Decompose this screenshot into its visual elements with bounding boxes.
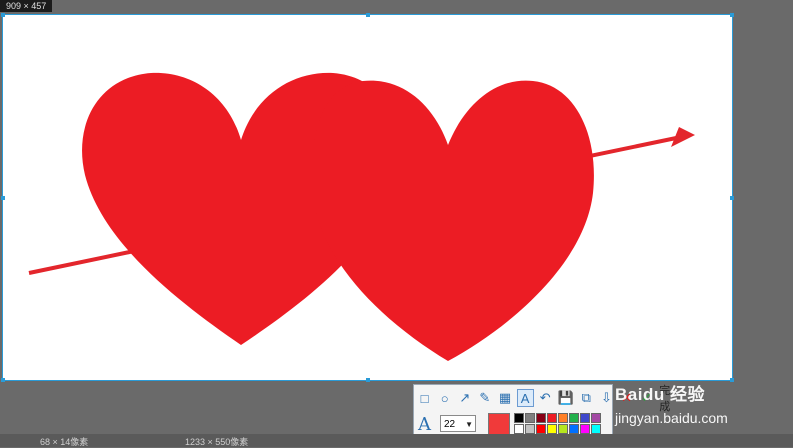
annotation-toolbar: □ ○ ↗ ✎ ▦ A ↶ 💾 ⧉ ⇩ ✕ ✓ 完成 A 22 ▼ [413,384,670,440]
capture-canvas[interactable] [1,13,734,382]
watermark-url: jingyan.baidu.com [615,410,728,426]
color-palette [514,413,601,434]
color-swatch[interactable] [558,413,568,423]
font-size-select[interactable]: 22 ▼ [440,415,476,432]
selection-size-badge: 909 × 457 [0,0,53,12]
color-swatch[interactable] [569,413,579,423]
color-swatch[interactable] [591,424,601,434]
undo-icon[interactable]: ↶ [537,389,554,407]
color-swatch[interactable] [525,424,535,434]
color-swatch[interactable] [547,413,557,423]
color-swatch[interactable] [580,413,590,423]
color-swatch[interactable] [514,413,524,423]
text-icon[interactable]: A [516,389,534,407]
font-size-value: 22 [444,419,456,430]
status-selection-size: 68 × 14像素 [40,437,89,447]
color-swatch[interactable] [580,424,590,434]
color-swatch[interactable] [525,413,535,423]
chevron-down-icon: ▼ [465,420,473,429]
copy-icon[interactable]: ⧉ [578,389,595,407]
color-swatch[interactable] [547,424,557,434]
status-bar: 68 × 14像素 1233 × 550像素 [0,434,793,447]
arrow-icon[interactable]: ↗ [456,389,473,407]
heart-right [311,80,594,361]
mosaic-icon[interactable]: ▦ [496,389,513,407]
drawing-artwork [28,72,695,361]
color-swatch[interactable] [536,413,546,423]
ellipse-icon[interactable]: ○ [436,389,453,407]
color-swatch[interactable] [558,424,568,434]
color-swatch[interactable] [591,413,601,423]
color-swatch[interactable] [536,424,546,434]
rectangle-icon[interactable]: □ [416,389,433,407]
save-icon[interactable]: 💾 [557,389,575,407]
color-swatch[interactable] [569,424,579,434]
pin-icon[interactable]: ⇩ [598,389,615,407]
font-icon: A [418,414,431,435]
watermark-logo: Baidu 经验 [615,385,705,404]
color-swatch[interactable] [514,424,524,434]
pen-icon[interactable]: ✎ [476,389,493,407]
status-image-size: 1233 × 550像素 [185,437,249,447]
current-color-swatch[interactable] [488,413,510,435]
